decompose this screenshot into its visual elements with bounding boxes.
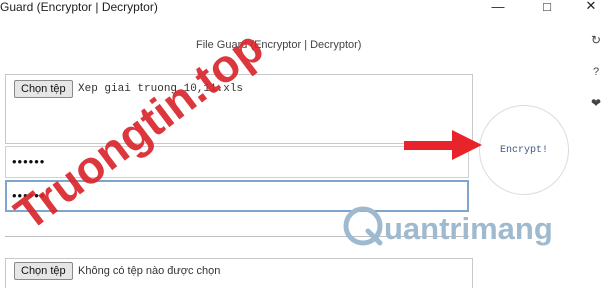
- minimize-button[interactable]: —: [487, 0, 509, 14]
- choose-file-button[interactable]: Chọn tệp: [14, 80, 73, 98]
- choose-file-button-2[interactable]: Chọn tệp: [14, 262, 73, 280]
- encrypt-button[interactable]: Encrypt!: [479, 105, 569, 195]
- title-bar: Guard (Encryptor | Decryptor) — □ ✕: [0, 0, 606, 16]
- help-icon[interactable]: ?: [587, 64, 605, 80]
- close-button[interactable]: ✕: [580, 0, 602, 14]
- red-arrow-icon: [404, 130, 482, 160]
- quantrimang-watermark-text: uantrimang: [384, 211, 553, 246]
- confirm-password-mask: ••••••: [12, 188, 46, 203]
- password-field[interactable]: ••••••: [5, 146, 469, 178]
- selected-file-name: Xep giai truong 10,11.xls: [78, 83, 244, 95]
- file-input-panel-2: Chọn tệp Không có tệp nào được chọn: [5, 258, 473, 288]
- app-title: File Guard (Encryptor | Decryptor): [196, 39, 362, 51]
- window-title: Guard (Encryptor | Decryptor): [0, 0, 158, 14]
- no-file-selected-text: Không có tệp nào được chọn: [78, 265, 221, 277]
- heart-icon[interactable]: ❤: [587, 95, 605, 111]
- confirm-password-field[interactable]: ••••••: [5, 180, 469, 212]
- maximize-button[interactable]: □: [536, 0, 558, 14]
- encrypt-button-label: Encrypt!: [499, 144, 548, 156]
- divider: [5, 236, 469, 237]
- refresh-icon[interactable]: ↻: [587, 32, 605, 48]
- password-mask: ••••••: [12, 154, 46, 169]
